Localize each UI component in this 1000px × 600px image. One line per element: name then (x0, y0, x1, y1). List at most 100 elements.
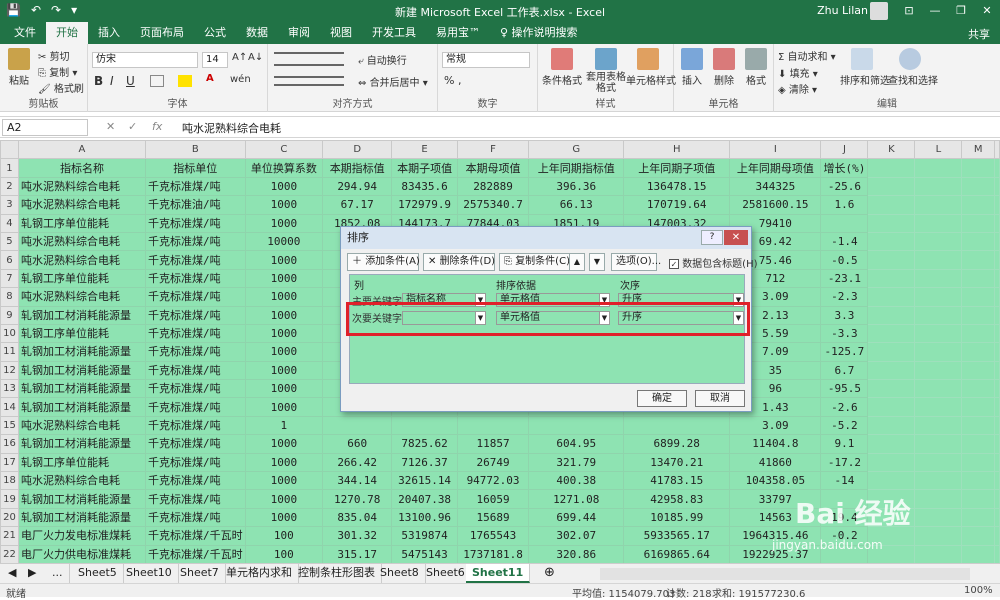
user-name[interactable]: Zhu Lilan (817, 4, 868, 17)
cell[interactable]: 吨水泥熟料综合电耗 (17, 250, 146, 270)
tab-yiyongbao[interactable]: 易用宝™ (426, 22, 490, 44)
cell[interactable]: 16059 (456, 489, 530, 509)
cell[interactable] (867, 231, 916, 252)
sheet-tab[interactable]: 单元格内求和 (220, 564, 299, 583)
cell[interactable]: 170719.64 (623, 195, 731, 215)
row-header[interactable]: 15 (0, 415, 19, 436)
tab-insert[interactable]: 插入 (88, 22, 130, 44)
cell[interactable] (914, 268, 963, 289)
cell[interactable] (994, 452, 1000, 473)
cell[interactable]: 千克标准煤/吨 (144, 415, 246, 436)
cell[interactable] (867, 176, 916, 197)
cell[interactable]: -1.4 (820, 231, 869, 252)
header-cell[interactable]: 单位换算系数 (244, 158, 324, 178)
cell[interactable]: 100 (244, 544, 324, 563)
cell[interactable] (914, 360, 963, 381)
cell[interactable]: 26749 (456, 452, 530, 473)
cell[interactable]: 94772.03 (456, 471, 530, 491)
close-button[interactable]: ✕ (974, 0, 1000, 22)
cell[interactable]: 1765543 (456, 526, 530, 546)
cell[interactable] (994, 507, 1000, 528)
cell[interactable] (867, 452, 916, 473)
cell[interactable] (456, 415, 530, 436)
tab-formulas[interactable]: 公式 (194, 22, 236, 44)
cell[interactable]: 15689 (456, 507, 530, 528)
cell[interactable] (867, 360, 916, 381)
cancel-icon[interactable]: ✕ (106, 120, 115, 133)
cell[interactable] (914, 526, 963, 546)
cell[interactable]: 835.04 (322, 507, 393, 528)
cell[interactable]: 294.94 (322, 176, 393, 197)
add-level-button[interactable]: ＋ 添加条件(A) (347, 253, 420, 271)
cell[interactable] (961, 360, 995, 381)
cell[interactable] (914, 176, 963, 197)
format-cells-button[interactable]: 格式 (742, 48, 770, 87)
cell[interactable]: 1000 (244, 213, 324, 233)
ribbon-display-icon[interactable]: ⊡ (896, 0, 922, 22)
cell[interactable] (867, 250, 916, 270)
tab-file[interactable]: 文件 (4, 22, 46, 44)
italic-button[interactable]: I (110, 74, 114, 88)
cell[interactable]: 5933565.17 (623, 526, 731, 546)
cell[interactable] (867, 471, 916, 491)
fill-button[interactable]: ⬇ 填充 ▾ (778, 65, 818, 80)
tab-home[interactable]: 开始 (46, 22, 88, 44)
column-header[interactable]: F (456, 140, 530, 160)
minimize-button[interactable]: — (922, 0, 948, 22)
insert-function-icon[interactable]: fx (152, 120, 162, 133)
sheet-tab[interactable]: Sheet7 (174, 564, 226, 583)
delete-cells-button[interactable]: 删除 (710, 48, 738, 87)
header-cell[interactable]: 上年同期母项值 (729, 158, 822, 178)
cell[interactable]: 344.14 (322, 471, 393, 491)
horizontal-scrollbar[interactable] (600, 568, 970, 580)
cell[interactable]: -17.2 (820, 452, 869, 473)
cell[interactable] (623, 415, 731, 436)
fill-color-icon[interactable] (178, 75, 192, 87)
row-header[interactable]: 2 (0, 176, 19, 197)
cell[interactable]: 282889 (456, 176, 530, 197)
sheet-tab[interactable]: 控制条柱形图表 (292, 564, 382, 583)
cell[interactable]: 千克标准煤/吨 (144, 489, 246, 509)
cell[interactable]: 1737181.8 (456, 544, 530, 563)
cell[interactable] (867, 287, 916, 307)
row-header[interactable]: 8 (0, 287, 19, 307)
cell[interactable]: 1 (244, 415, 324, 436)
cell[interactable]: 5475143 (391, 544, 458, 563)
sheet-tab[interactable]: Sheet5 (72, 564, 124, 583)
move-up-button[interactable]: ▲ (569, 253, 585, 271)
cell[interactable] (867, 415, 916, 436)
cell[interactable] (961, 176, 995, 197)
find-select-button[interactable]: 查找和选择 (888, 48, 938, 87)
row-header[interactable]: 19 (0, 489, 19, 509)
cell[interactable] (961, 158, 995, 178)
cell[interactable]: 轧钢加工材消耗能源量 (17, 507, 146, 528)
cell[interactable] (961, 397, 995, 417)
zoom-level[interactable]: 100% (964, 585, 993, 596)
cell[interactable] (914, 397, 963, 417)
cell[interactable] (914, 195, 963, 215)
cell[interactable]: 吨水泥熟料综合电耗 (17, 471, 146, 491)
cell[interactable] (914, 213, 963, 233)
cell[interactable]: 344325 (729, 176, 822, 197)
cell[interactable]: 42958.83 (623, 489, 731, 509)
row-header[interactable]: 7 (0, 268, 19, 289)
cell[interactable]: 7825.62 (391, 434, 458, 454)
cell-styles-button[interactable]: 单元格样式 (626, 48, 676, 87)
merge-center-button[interactable]: ⇔ 合并后居中 ▾ (358, 74, 428, 89)
clear-button[interactable]: ◈ 清除 ▾ (778, 81, 817, 96)
cell[interactable]: 吨水泥熟料综合电耗 (17, 415, 146, 436)
restore-button[interactable]: ❐ (948, 0, 974, 22)
cell[interactable] (961, 379, 995, 399)
cell[interactable]: 1000 (244, 176, 324, 197)
row-header[interactable]: 3 (0, 195, 19, 215)
cell[interactable]: 20407.38 (391, 489, 458, 509)
cell[interactable]: 11404.8 (729, 434, 822, 454)
cell[interactable]: 千克标准煤/吨 (144, 250, 246, 270)
row-header[interactable]: 22 (0, 544, 19, 563)
cell[interactable] (994, 195, 1000, 215)
cell[interactable]: 吨水泥熟料综合电耗 (17, 231, 146, 252)
sheet-tab[interactable]: Sheet6 (420, 564, 472, 583)
cell[interactable] (961, 452, 995, 473)
cell[interactable]: 1000 (244, 323, 324, 344)
column-header[interactable]: B (144, 140, 246, 160)
